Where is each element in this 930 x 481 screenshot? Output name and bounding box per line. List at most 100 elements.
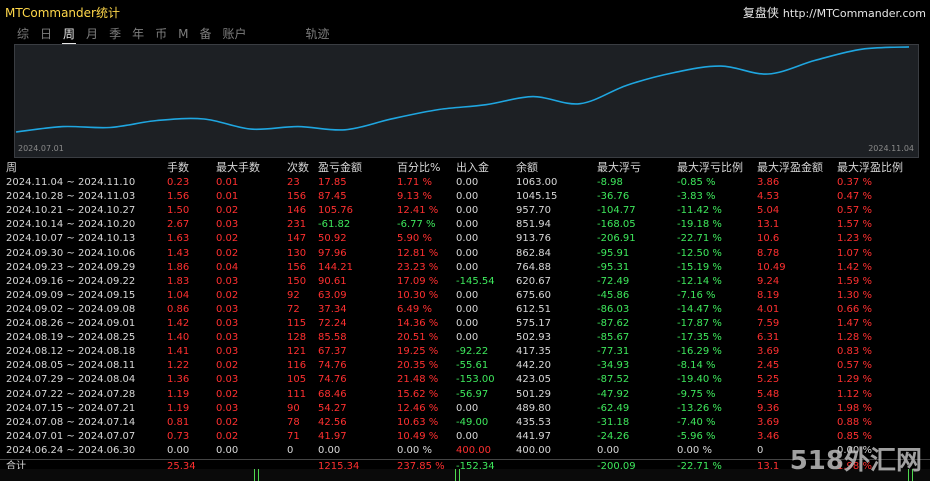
table-cell: 19.25 % bbox=[397, 346, 439, 358]
table-cell: 50.92 bbox=[318, 233, 347, 245]
table-cell: 150 bbox=[287, 275, 307, 287]
table-cell: 2024.08.26 ~ 2024.09.01 bbox=[6, 318, 136, 329]
table-row[interactable]: 2024.07.22 ~ 2024.07.28 1.19 0.02 111 68.46 1… bbox=[0, 388, 930, 401]
tab-5[interactable]: 年 bbox=[131, 26, 145, 44]
table-cell: -8.14 % bbox=[677, 360, 716, 372]
table-cell: 1063.00 bbox=[516, 177, 558, 188]
tab-9[interactable]: 账户 bbox=[221, 26, 247, 44]
tab-7[interactable]: M bbox=[177, 26, 189, 44]
table-cell: 1.12 % bbox=[837, 388, 872, 400]
table-cell: 1.19 bbox=[167, 388, 190, 400]
table-cell: 0.00 bbox=[456, 261, 479, 273]
tab-4[interactable]: 季 bbox=[108, 26, 122, 44]
app-title: MTCommander统计 bbox=[5, 6, 120, 20]
table-row[interactable]: 2024.09.02 ~ 2024.09.08 0.86 0.03 72 37.34 6.… bbox=[0, 303, 930, 316]
table-cell: -15.19 % bbox=[677, 261, 722, 273]
tab-1[interactable]: 日 bbox=[39, 26, 53, 44]
table-cell: 74.76 bbox=[318, 374, 347, 386]
table-cell: 675.60 bbox=[516, 289, 551, 301]
column-header[interactable]: 盈亏金额 bbox=[318, 160, 362, 175]
table-cell: -19.40 % bbox=[677, 374, 722, 386]
table-cell: 9.36 bbox=[757, 402, 780, 414]
column-header[interactable]: 余额 bbox=[516, 160, 538, 175]
brand-url-link[interactable]: http://MTCommander.com bbox=[783, 7, 926, 20]
table-row[interactable]: 2024.10.14 ~ 2024.10.20 2.67 0.03 231 -61.82… bbox=[0, 218, 930, 231]
table-cell: 115 bbox=[287, 318, 307, 329]
tab-3[interactable]: 月 bbox=[85, 26, 99, 44]
table-row[interactable]: 2024.07.08 ~ 2024.07.14 0.81 0.02 78 42.56 10… bbox=[0, 416, 930, 429]
table-cell: 13.1 bbox=[757, 219, 780, 231]
table-row[interactable]: 2024.09.30 ~ 2024.10.06 1.43 0.02 130 97.96 1… bbox=[0, 247, 930, 260]
table-cell: 423.05 bbox=[516, 374, 551, 386]
table-cell: 12.81 % bbox=[397, 247, 439, 259]
table-cell: 1.28 % bbox=[837, 332, 872, 344]
tab-10[interactable]: 轨迹 bbox=[305, 26, 331, 44]
table-cell: -47.92 bbox=[597, 388, 630, 400]
table-row[interactable]: 2024.11.04 ~ 2024.11.10 0.23 0.01 23 17.85 1.… bbox=[0, 176, 930, 189]
table-cell: 0.88 % bbox=[837, 416, 872, 428]
table-row[interactable]: 2024.08.12 ~ 2024.08.18 1.41 0.03 121 67.37 1… bbox=[0, 345, 930, 358]
table-row[interactable]: 2024.10.07 ~ 2024.10.13 1.63 0.02 147 50.92 5… bbox=[0, 232, 930, 245]
table-row[interactable]: 2024.09.16 ~ 2024.09.22 1.83 0.03 150 90.61 1… bbox=[0, 275, 930, 288]
table-row[interactable]: 2024.10.28 ~ 2024.11.03 1.56 0.01 156 87.45 9… bbox=[0, 190, 930, 203]
table-cell: 6.49 % bbox=[397, 303, 432, 315]
table-cell: 0.00 bbox=[456, 303, 479, 315]
table-cell: 54.27 bbox=[318, 402, 347, 414]
table-row[interactable]: 2024.08.05 ~ 2024.08.11 1.22 0.02 116 74.76 2… bbox=[0, 359, 930, 372]
tab-0[interactable]: 综 bbox=[16, 26, 30, 44]
table-cell: -8.98 bbox=[597, 177, 623, 188]
table-cell: 5.48 bbox=[757, 388, 780, 400]
column-header[interactable]: 百分比% bbox=[397, 160, 440, 175]
table-row[interactable]: 2024.07.15 ~ 2024.07.21 1.19 0.03 90 54.27 12… bbox=[0, 402, 930, 415]
table-row[interactable]: 2024.08.19 ~ 2024.08.25 1.40 0.03 128 85.58 2… bbox=[0, 331, 930, 344]
tab-6[interactable]: 币 bbox=[154, 26, 168, 44]
table-cell: -36.76 bbox=[597, 191, 630, 203]
column-header[interactable]: 最大浮盈比例 bbox=[837, 160, 903, 175]
column-header[interactable]: 周 bbox=[6, 160, 17, 175]
table-cell: 2024.07.29 ~ 2024.08.04 bbox=[6, 374, 136, 386]
watermark: 518外汇网 bbox=[789, 446, 922, 476]
column-header[interactable]: 次数 bbox=[287, 160, 309, 175]
table-cell: 0.00 % bbox=[397, 444, 432, 456]
table-cell: 2024.07.22 ~ 2024.07.28 bbox=[6, 388, 136, 400]
table-cell: 0.03 bbox=[216, 346, 239, 358]
table-cell: -17.35 % bbox=[677, 332, 722, 344]
tab-2[interactable]: 周 bbox=[62, 26, 77, 44]
column-header[interactable]: 最大手数 bbox=[216, 160, 260, 175]
table-row[interactable]: 2024.09.09 ~ 2024.09.15 1.04 0.02 92 63.09 10… bbox=[0, 289, 930, 302]
table-cell: 10.6 bbox=[757, 233, 780, 245]
table-cell: 0.00 bbox=[456, 233, 479, 245]
column-header[interactable]: 最大浮盈金额 bbox=[757, 160, 823, 175]
table-cell: 2024.07.01 ~ 2024.07.07 bbox=[6, 430, 136, 442]
table-cell: 12.46 % bbox=[397, 402, 439, 414]
tab-8[interactable]: 备 bbox=[198, 26, 212, 44]
table-cell: 1.41 bbox=[167, 346, 190, 358]
table-row[interactable]: 2024.08.26 ~ 2024.09.01 1.42 0.03 115 72.24 1… bbox=[0, 317, 930, 330]
table-cell: -61.82 bbox=[318, 219, 351, 231]
table-cell: 3.69 bbox=[757, 416, 780, 428]
column-header[interactable]: 最大浮亏比例 bbox=[677, 160, 743, 175]
table-cell: 10.30 % bbox=[397, 289, 439, 301]
table-cell: 2024.10.07 ~ 2024.10.13 bbox=[6, 233, 136, 245]
table-cell: 85.58 bbox=[318, 332, 347, 344]
table-row[interactable]: 2024.10.21 ~ 2024.10.27 1.50 0.02 146 105.76… bbox=[0, 204, 930, 217]
table-row[interactable]: 2024.07.29 ~ 2024.08.04 1.36 0.03 105 74.76 2… bbox=[0, 373, 930, 386]
table-cell: 14.36 % bbox=[397, 318, 439, 329]
column-header[interactable]: 出入金 bbox=[456, 160, 489, 175]
column-header[interactable]: 手数 bbox=[167, 160, 189, 175]
column-header[interactable]: 最大浮亏 bbox=[597, 160, 641, 175]
table-cell: 0.01 bbox=[216, 191, 239, 203]
table-cell: 1.47 % bbox=[837, 318, 872, 329]
table-cell: 575.17 bbox=[516, 318, 551, 329]
table-cell: 1.83 bbox=[167, 275, 190, 287]
status-marker bbox=[459, 469, 460, 481]
table-cell: -12.50 % bbox=[677, 247, 722, 259]
table-cell: 620.67 bbox=[516, 275, 551, 287]
table-cell: 105.76 bbox=[318, 205, 353, 217]
title-bar: MTCommander统计 复盘侠 http://MTCommander.com bbox=[0, 0, 930, 22]
table-cell: 9.24 bbox=[757, 275, 780, 287]
table-row[interactable]: 2024.09.23 ~ 2024.09.29 1.86 0.04 156 144.21… bbox=[0, 261, 930, 274]
chart-end-date: 2024.11.04 bbox=[868, 144, 914, 153]
table-cell: 1.42 bbox=[167, 318, 190, 329]
table-cell: 1.30 % bbox=[837, 289, 872, 301]
